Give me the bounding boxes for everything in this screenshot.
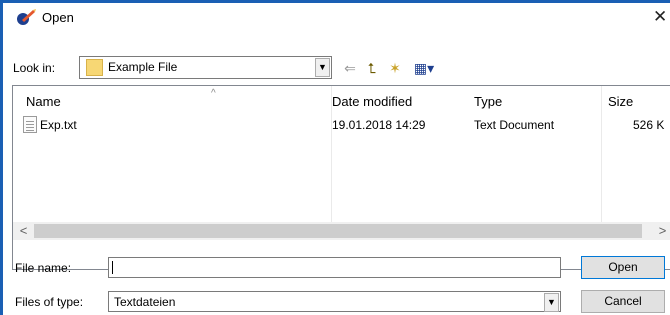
open-button[interactable]: Open <box>581 256 665 279</box>
chevron-down-icon[interactable]: ▼ <box>544 293 559 312</box>
file-name-label: File name: <box>15 261 72 275</box>
column-header-name[interactable]: Name <box>26 94 61 109</box>
cancel-button[interactable]: Cancel <box>581 290 665 313</box>
column-header-size[interactable]: Size <box>608 94 633 109</box>
window-title: Open <box>42 10 74 25</box>
new-folder-icon[interactable]: ✶ <box>386 58 404 78</box>
title-bar[interactable]: Open ✕ <box>3 3 670 33</box>
text-file-icon <box>23 116 37 133</box>
up-one-level-icon[interactable]: ⮤ <box>363 58 381 78</box>
file-name-field[interactable] <box>108 257 561 278</box>
column-divider <box>601 86 602 222</box>
text-caret <box>112 261 113 274</box>
column-header-date-modified[interactable]: Date modified <box>332 94 412 109</box>
files-of-type-select[interactable]: Textdateien ▼ <box>108 291 561 312</box>
file-name-cell[interactable]: Exp.txt <box>40 118 77 132</box>
folder-icon <box>86 59 103 76</box>
file-type-cell: Text Document <box>474 118 555 132</box>
file-date-cell: 19.01.2018 14:29 <box>332 118 426 132</box>
file-list[interactable]: Name ^ Date modified Type Size Exp.txt 1… <box>12 85 670 270</box>
look-in-value: Example File <box>108 60 178 74</box>
chevron-down-icon[interactable]: ▼ <box>315 58 330 77</box>
app-pen-icon <box>17 9 36 25</box>
close-icon[interactable]: ✕ <box>653 5 670 29</box>
look-in-label: Look in: <box>13 61 56 75</box>
files-of-type-label: Files of type: <box>15 295 84 309</box>
open-dialog: Open ✕ Look in: Example File ▼ ⇐ ⮤ ✶ ▦▾ … <box>0 0 670 315</box>
scroll-right-icon[interactable]: > <box>654 222 670 240</box>
horizontal-scrollbar[interactable]: < > <box>13 222 670 240</box>
scrollbar-thumb[interactable] <box>34 224 642 238</box>
view-menu-icon[interactable]: ▦▾ <box>409 58 439 78</box>
sort-ascending-icon: ^ <box>211 88 216 99</box>
scroll-left-icon[interactable]: < <box>15 222 32 240</box>
file-size-cell: 526 K <box>633 118 665 132</box>
files-of-type-value: Textdateien <box>114 295 176 309</box>
look-in-combobox[interactable]: Example File ▼ <box>79 56 332 79</box>
column-header-type[interactable]: Type <box>474 94 502 109</box>
column-divider <box>331 86 332 222</box>
back-arrow-icon[interactable]: ⇐ <box>342 58 358 78</box>
